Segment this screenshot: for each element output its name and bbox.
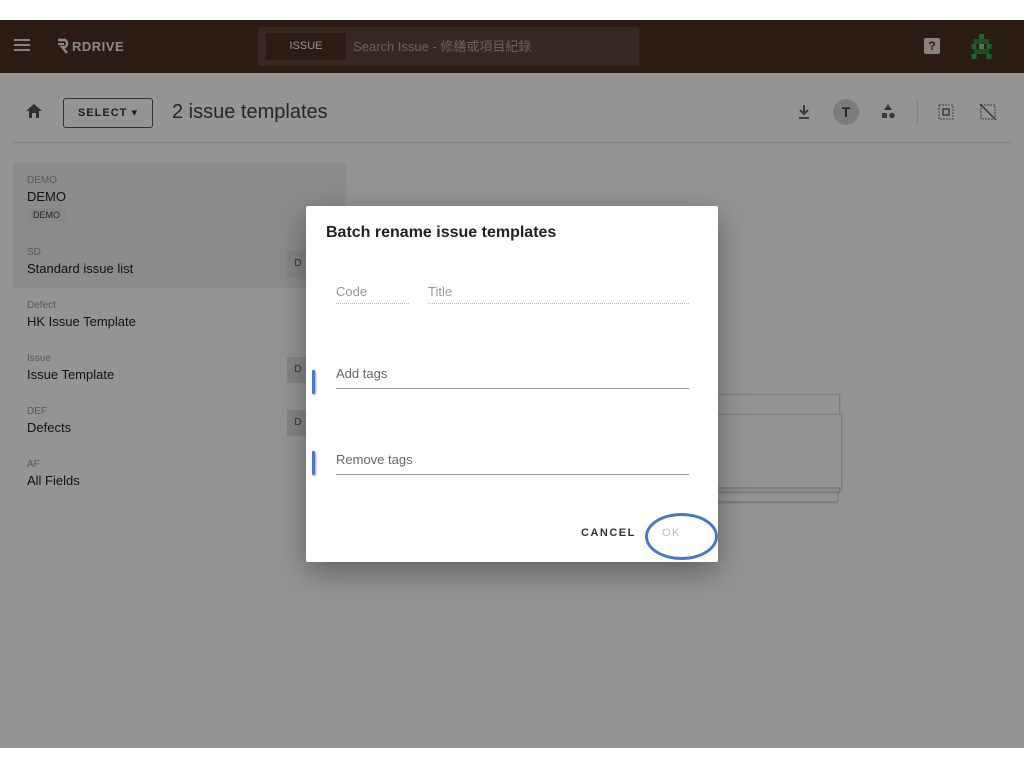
- remove-tags-handle: [312, 451, 315, 475]
- title-field[interactable]: [428, 280, 689, 304]
- cancel-button[interactable]: CANCEL: [581, 527, 636, 539]
- add-tags-input[interactable]: [336, 359, 689, 389]
- dialog-title: Batch rename issue templates: [326, 224, 557, 241]
- batch-rename-dialog: Batch rename issue templates CANCEL OK: [306, 206, 718, 562]
- add-tags-handle: [312, 370, 315, 394]
- code-field[interactable]: [336, 280, 409, 304]
- remove-tags-input[interactable]: [336, 445, 689, 475]
- ok-highlight-ring: [645, 513, 718, 560]
- app: RDRIVE ISSUE ? SELECT ▾ 2 issue template…: [0, 20, 1024, 748]
